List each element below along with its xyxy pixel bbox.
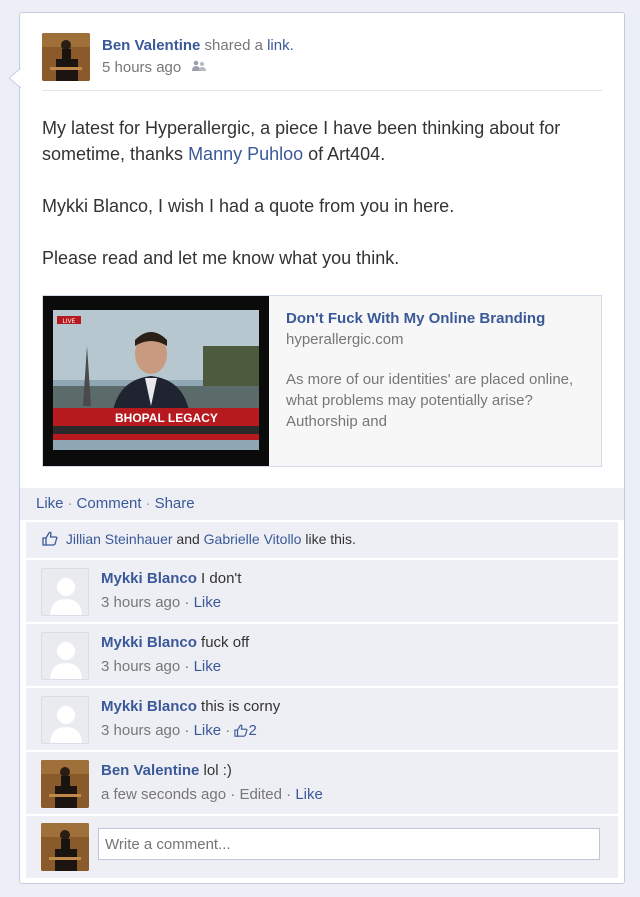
comment-body: Mykki Blanco fuck off 3 hours ago · Like — [101, 634, 250, 675]
commenter-avatar[interactable] — [41, 696, 89, 744]
paragraph-3: Please read and let me know what you thi… — [42, 248, 400, 268]
action-separator: · — [145, 495, 151, 512]
thumb-banner-text: BHOPAL LEGACY — [115, 411, 218, 425]
action-bar: Like · Comment · Share — [20, 488, 624, 520]
attachment-description: As more of our identities' are placed on… — [286, 371, 574, 430]
comment-item: Mykki Blanco I don't 3 hours ago · Like — [26, 560, 618, 622]
feedback-section: Like · Comment · Share Jillian Steinhauer an… — [20, 488, 624, 880]
comment-text: I don't — [201, 570, 242, 587]
viewer-avatar — [41, 823, 89, 871]
author-avatar[interactable] — [42, 33, 90, 81]
comment-text: this is corny — [201, 698, 281, 715]
comment-time[interactable]: 3 hours ago — [101, 594, 180, 611]
commenter-avatar[interactable] — [41, 568, 89, 616]
comment-edited[interactable]: Edited — [239, 786, 282, 803]
story-header: Ben Valentine shared a link. 5 hours ago — [42, 33, 602, 89]
commenter-avatar[interactable] — [41, 760, 89, 808]
comment-text: fuck off — [201, 634, 250, 651]
paragraph-1: My latest for Hyperallergic, a piece I h… — [42, 118, 561, 164]
story-card: Ben Valentine shared a link. 5 hours ago… — [19, 12, 625, 884]
action-text: shared a — [204, 37, 263, 54]
comment-time[interactable]: 3 hours ago — [101, 722, 180, 739]
comment-like-count[interactable]: 2 — [248, 722, 256, 739]
comment-time[interactable]: 3 hours ago — [101, 658, 180, 675]
comment-like-button[interactable]: Like — [194, 658, 222, 675]
likes-sentence: Jillian Steinhauer and Gabrielle Vitollo… — [26, 522, 618, 558]
thumb-live-label: LIVE — [62, 319, 75, 325]
action-separator: · — [67, 495, 73, 512]
card-pointer — [9, 68, 21, 88]
comment-author[interactable]: Mykki Blanco — [101, 634, 197, 651]
comment-time[interactable]: a few seconds ago — [101, 786, 226, 803]
likes-suffix: like this. — [305, 531, 356, 547]
comment-author[interactable]: Mykki Blanco — [101, 698, 197, 715]
thumbs-up-icon — [42, 531, 58, 549]
attachment-text: Don't Fuck With My Online Branding hyper… — [286, 308, 586, 432]
post-message: My latest for Hyperallergic, a piece I h… — [42, 115, 582, 297]
comment-body: Ben Valentine lol :) a few seconds ago ·… — [101, 762, 323, 803]
liker-1[interactable]: Jillian Steinhauer — [66, 531, 173, 547]
comment-text: lol :) — [203, 762, 232, 779]
post-timestamp[interactable]: 5 hours ago — [102, 59, 181, 76]
header-divider — [42, 90, 602, 91]
likes-and: and — [176, 531, 200, 547]
comment-composer — [26, 816, 618, 878]
comment-like-button[interactable]: Like — [194, 722, 222, 739]
comment-author[interactable]: Ben Valentine — [101, 762, 199, 779]
comment-button[interactable]: Comment — [77, 495, 142, 512]
comment-item: Mykki Blanco fuck off 3 hours ago · Like — [26, 624, 618, 686]
attachment-domain: hyperallergic.com — [286, 331, 404, 348]
comment-body: Mykki Blanco this is corny 3 hours ago ·… — [101, 695, 280, 745]
comment-like-button[interactable]: Like — [295, 786, 323, 803]
comment-item: Ben Valentine lol :) a few seconds ago ·… — [26, 752, 618, 814]
attachment-thumbnail[interactable]: LIVE BHOPAL LEGACY — [43, 296, 269, 466]
comment-input[interactable] — [98, 828, 600, 860]
comment-body: Mykki Blanco I don't 3 hours ago · Like — [101, 570, 242, 611]
author-name[interactable]: Ben Valentine — [102, 37, 200, 54]
share-button[interactable]: Share — [155, 495, 195, 512]
comment-author[interactable]: Mykki Blanco — [101, 570, 197, 587]
link-attachment[interactable]: LIVE BHOPAL LEGACY Don't Fuck With My On… — [42, 295, 602, 467]
attachment-title[interactable]: Don't Fuck With My Online Branding — [286, 308, 586, 329]
commenter-avatar[interactable] — [41, 632, 89, 680]
liker-2[interactable]: Gabrielle Vitollo — [204, 531, 302, 547]
header-text: Ben Valentine shared a link. 5 hours ago — [102, 35, 294, 79]
thumbs-up-icon[interactable] — [234, 721, 248, 745]
comment-like-button[interactable]: Like — [194, 594, 222, 611]
comment-item: Mykki Blanco this is corny 3 hours ago ·… — [26, 688, 618, 750]
like-button[interactable]: Like — [36, 495, 64, 512]
mention-link[interactable]: Manny Puhloo — [188, 144, 303, 164]
paragraph-2: Mykki Blanco, I wish I had a quote from … — [42, 196, 455, 216]
friends-icon[interactable] — [191, 57, 207, 79]
action-link[interactable]: link. — [267, 37, 294, 54]
